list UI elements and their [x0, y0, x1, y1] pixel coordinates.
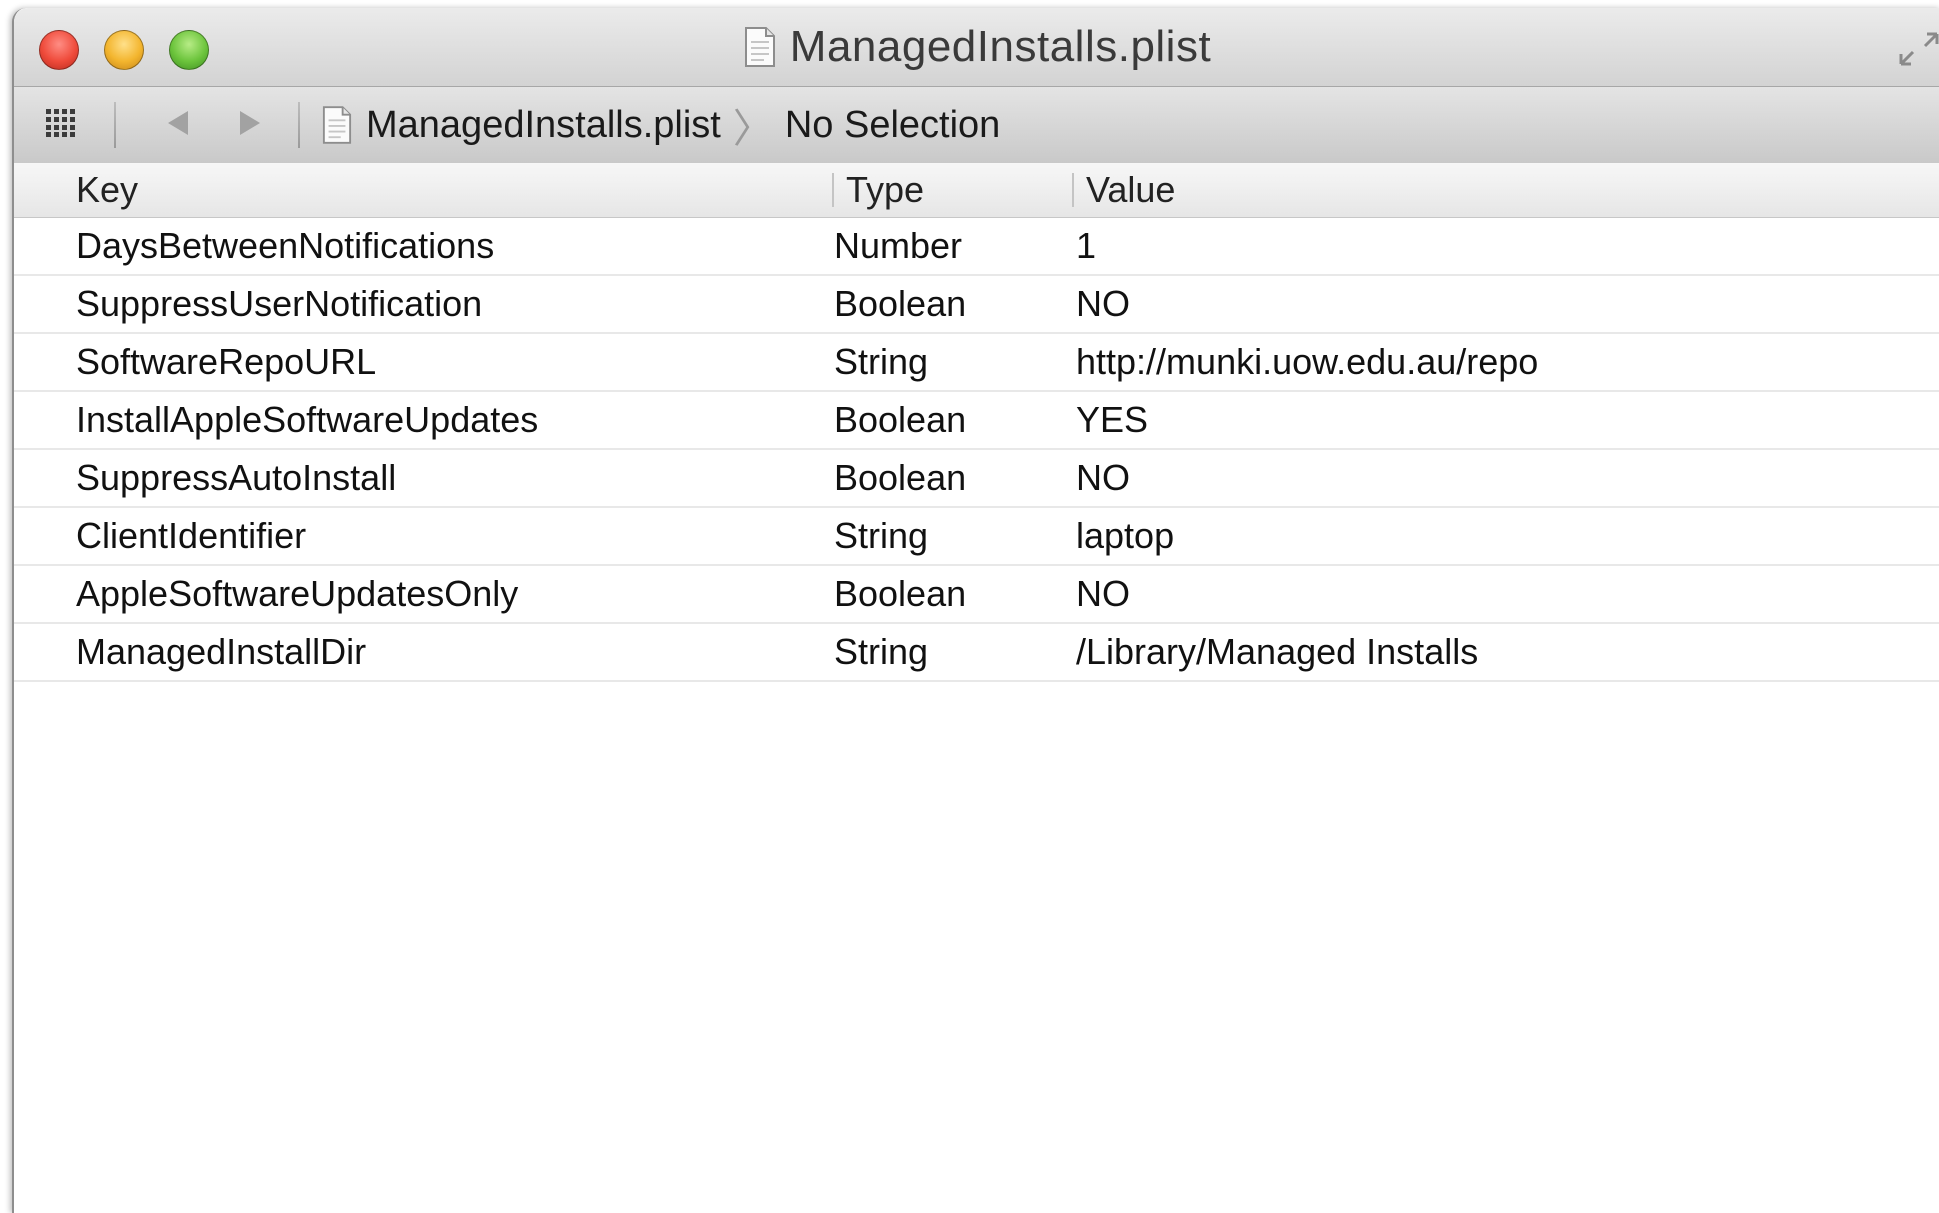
table-row[interactable]: DaysBetweenNotifications Number 1 — [14, 218, 1939, 276]
row-key[interactable]: SuppressUserNotification — [76, 276, 482, 332]
row-type[interactable]: String — [834, 508, 928, 564]
row-key[interactable]: InstallAppleSoftwareUpdates — [76, 392, 538, 448]
jump-bar: ManagedInstalls.plist 〉 No Selection — [14, 86, 1939, 164]
table-row[interactable]: ManagedInstallDir String /Library/Manage… — [14, 624, 1939, 682]
forward-button[interactable] — [224, 95, 278, 155]
window-title-text: ManagedInstalls.plist — [789, 22, 1212, 71]
forward-arrow-icon — [238, 109, 264, 142]
row-key[interactable]: ClientIdentifier — [76, 508, 306, 564]
row-value[interactable]: /Library/Managed Installs — [1076, 624, 1478, 680]
row-value[interactable]: laptop — [1076, 508, 1174, 564]
toolbar-divider — [114, 102, 116, 148]
table-row[interactable]: AppleSoftwareUpdatesOnly Boolean NO — [14, 566, 1939, 624]
row-value[interactable]: http://munki.uow.edu.au/repo — [1076, 334, 1538, 390]
row-key[interactable]: SoftwareRepoURL — [76, 334, 376, 390]
column-header-value[interactable]: Value — [1072, 172, 1175, 208]
document-icon — [322, 105, 352, 145]
document-icon — [744, 26, 776, 68]
row-value[interactable]: 1 — [1076, 218, 1096, 274]
row-type[interactable]: Boolean — [834, 566, 966, 622]
breadcrumb-chevron-icon: 〉 — [732, 107, 773, 151]
plist-editor-window: ManagedInstalls.plist ManagedInstalls.pl… — [12, 8, 1939, 1213]
row-value[interactable]: NO — [1076, 566, 1130, 622]
plist-table-body: DaysBetweenNotifications Number 1 Suppre… — [14, 218, 1939, 682]
table-row[interactable]: InstallAppleSoftwareUpdates Boolean YES — [14, 392, 1939, 450]
toolbar-divider — [298, 102, 300, 148]
row-type[interactable]: Boolean — [834, 450, 966, 506]
row-key[interactable]: SuppressAutoInstall — [76, 450, 396, 506]
column-header-key[interactable]: Key — [76, 163, 138, 217]
row-value[interactable]: NO — [1076, 276, 1130, 332]
breadcrumb-selection[interactable]: No Selection — [785, 104, 1000, 147]
row-type[interactable]: Boolean — [834, 392, 966, 448]
back-button[interactable] — [150, 95, 204, 155]
table-row[interactable]: SuppressAutoInstall Boolean NO — [14, 450, 1939, 508]
row-type[interactable]: Number — [834, 218, 962, 274]
row-key[interactable]: DaysBetweenNotifications — [76, 218, 494, 274]
row-type[interactable]: String — [834, 334, 928, 390]
window-title: ManagedInstalls.plist — [14, 8, 1939, 86]
row-value[interactable]: YES — [1076, 392, 1148, 448]
grid-icon — [46, 108, 76, 142]
title-bar[interactable]: ManagedInstalls.plist — [14, 8, 1939, 86]
column-header-type[interactable]: Type — [832, 172, 924, 208]
back-arrow-icon — [164, 109, 190, 142]
breadcrumb-file[interactable]: ManagedInstalls.plist — [366, 104, 721, 147]
breadcrumb: ManagedInstalls.plist 〉 No Selection — [322, 96, 1000, 154]
row-type[interactable]: Boolean — [834, 276, 966, 332]
table-row[interactable]: ClientIdentifier String laptop — [14, 508, 1939, 566]
table-row[interactable]: SuppressUserNotification Boolean NO — [14, 276, 1939, 334]
row-value[interactable]: NO — [1076, 450, 1130, 506]
related-items-button[interactable] — [36, 95, 86, 155]
row-type[interactable]: String — [834, 624, 928, 680]
table-header: Key Type Value — [14, 163, 1939, 218]
table-row[interactable]: SoftwareRepoURL String http://munki.uow.… — [14, 334, 1939, 392]
row-key[interactable]: ManagedInstallDir — [76, 624, 366, 680]
fullscreen-icon[interactable] — [1897, 30, 1939, 68]
row-key[interactable]: AppleSoftwareUpdatesOnly — [76, 566, 518, 622]
